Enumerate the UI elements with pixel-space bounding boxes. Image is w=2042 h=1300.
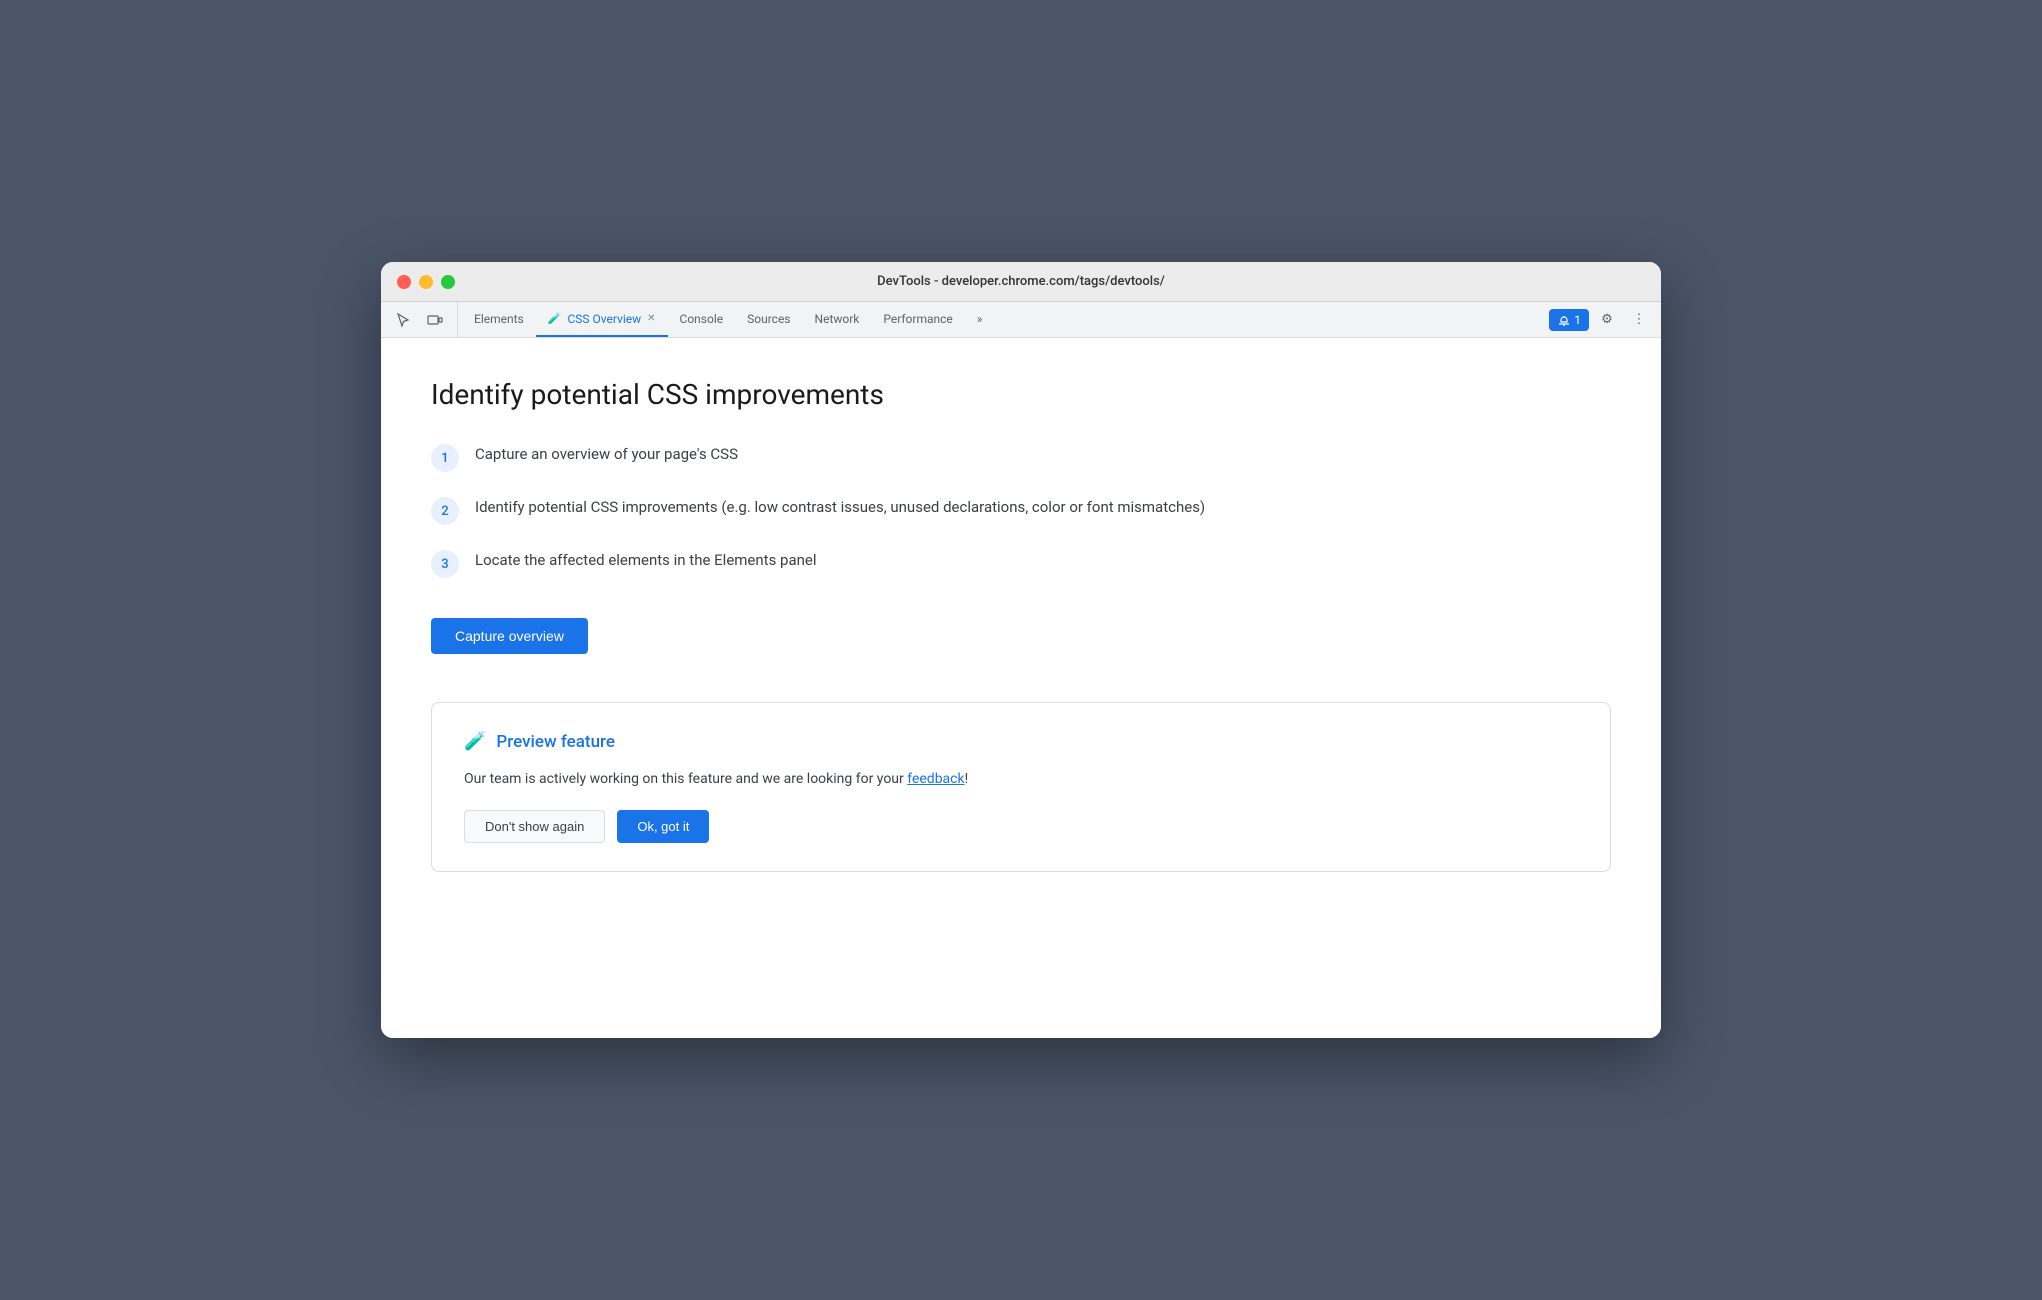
step-text-2: Identify potential CSS improvements (e.g… — [475, 496, 1205, 519]
cursor-icon[interactable] — [389, 306, 417, 334]
tabs-right-actions: 1 ⚙ ⋮ — [1549, 302, 1653, 337]
device-toggle-icon[interactable] — [421, 306, 449, 334]
step-number-3: 3 — [431, 550, 459, 578]
dont-show-button[interactable]: Don't show again — [464, 810, 605, 843]
preview-text-end: ! — [965, 771, 969, 787]
tab-elements[interactable]: Elements — [462, 302, 536, 337]
tabs-list: Elements 🧪 CSS Overview ✕ Console Source… — [462, 302, 1549, 337]
minimize-traffic-light[interactable] — [419, 275, 433, 289]
step-item-1: 1 Capture an overview of your page's CSS — [431, 443, 1611, 472]
main-content: Identify potential CSS improvements 1 Ca… — [381, 338, 1661, 1038]
tab-sources[interactable]: Sources — [735, 302, 802, 337]
step-item-3: 3 Locate the affected elements in the El… — [431, 549, 1611, 578]
tab-css-overview[interactable]: 🧪 CSS Overview ✕ — [536, 302, 668, 337]
notification-button[interactable]: 1 — [1549, 309, 1589, 331]
tab-close-icon[interactable]: ✕ — [647, 314, 655, 324]
capture-overview-button[interactable]: Capture overview — [431, 618, 588, 654]
preview-flask-icon: 🧪 — [464, 731, 486, 752]
fullscreen-traffic-light[interactable] — [441, 275, 455, 289]
step-number-1: 1 — [431, 444, 459, 472]
notification-count: 1 — [1574, 313, 1581, 327]
preview-title: Preview feature — [496, 732, 615, 752]
tab-performance[interactable]: Performance — [871, 302, 964, 337]
preview-actions: Don't show again Ok, got it — [464, 810, 1578, 843]
settings-icon[interactable]: ⚙ — [1593, 306, 1621, 334]
tab-console[interactable]: Console — [668, 302, 736, 337]
step-number-2: 2 — [431, 497, 459, 525]
titlebar: DevTools - developer.chrome.com/tags/dev… — [381, 262, 1661, 302]
page-title: Identify potential CSS improvements — [431, 378, 1611, 411]
tab-more[interactable]: » — [965, 302, 995, 337]
tab-icon-group — [389, 302, 458, 337]
more-options-icon[interactable]: ⋮ — [1625, 306, 1653, 334]
step-text-1: Capture an overview of your page's CSS — [475, 443, 738, 466]
preview-description: Our team is actively working on this fea… — [464, 768, 1578, 790]
steps-list: 1 Capture an overview of your page's CSS… — [431, 443, 1611, 578]
window-title: DevTools - developer.chrome.com/tags/dev… — [877, 274, 1165, 289]
flask-icon-tab: 🧪 — [548, 312, 562, 325]
step-text-3: Locate the affected elements in the Elem… — [475, 549, 817, 572]
preview-text-start: Our team is actively working on this fea… — [464, 771, 907, 787]
tab-network[interactable]: Network — [803, 302, 872, 337]
preview-header: 🧪 Preview feature — [464, 731, 1578, 752]
devtools-tabbar: Elements 🧪 CSS Overview ✕ Console Source… — [381, 302, 1661, 338]
traffic-lights — [397, 275, 455, 289]
ok-got-it-button[interactable]: Ok, got it — [617, 810, 709, 843]
devtools-window: DevTools - developer.chrome.com/tags/dev… — [381, 262, 1661, 1038]
close-traffic-light[interactable] — [397, 275, 411, 289]
step-item-2: 2 Identify potential CSS improvements (e… — [431, 496, 1611, 525]
preview-feature-card: 🧪 Preview feature Our team is actively w… — [431, 702, 1611, 872]
feedback-link[interactable]: feedback — [907, 771, 964, 787]
